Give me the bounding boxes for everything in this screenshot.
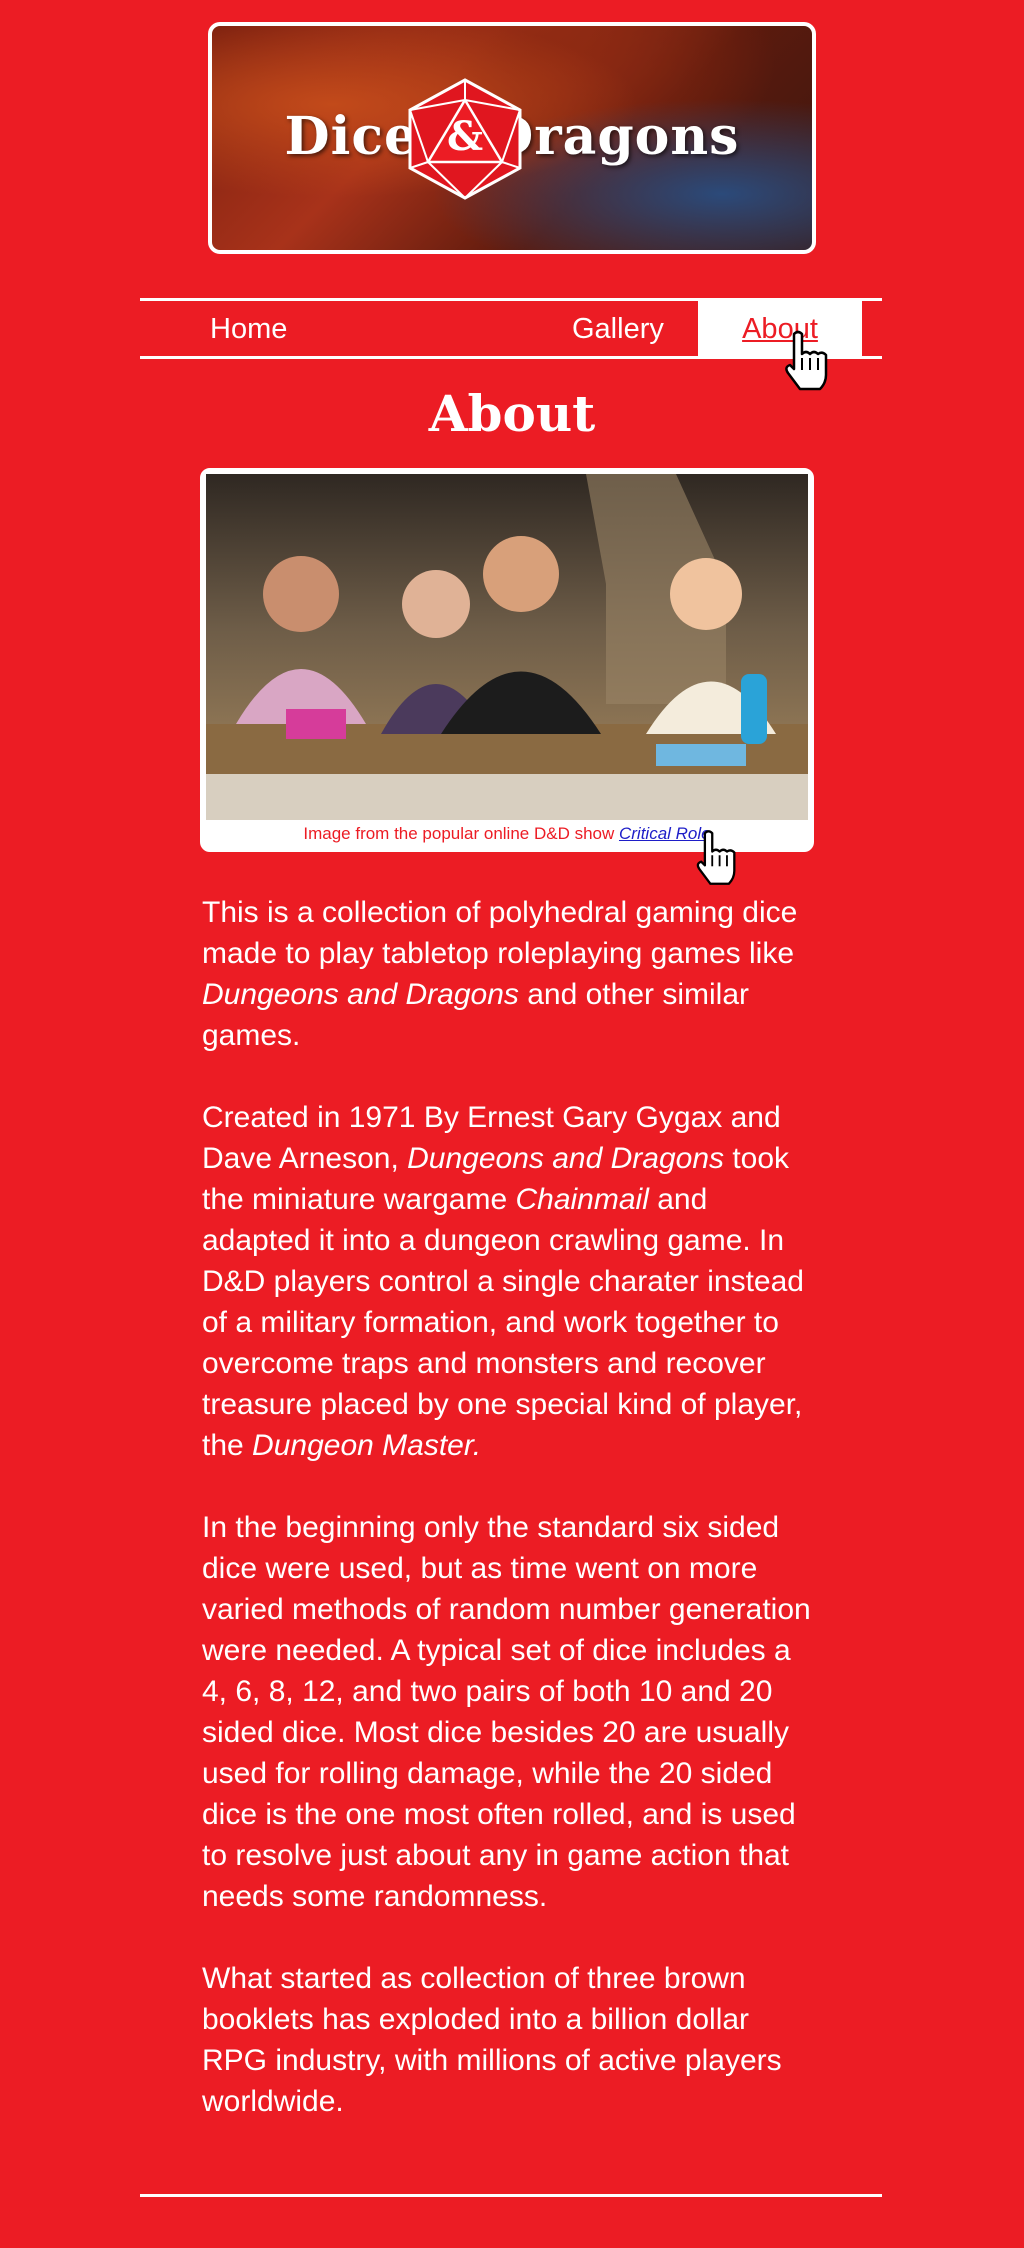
footer-rule (140, 2194, 882, 2197)
site-title-left: Dice (284, 106, 419, 167)
d20-dice-icon: & (408, 78, 522, 200)
nav-gallery-link[interactable]: Gallery (572, 302, 664, 356)
logo-ampersand: & (447, 113, 483, 160)
paragraph-dice: In the beginning only the standard six s… (202, 1511, 811, 1913)
page-title: About (428, 384, 596, 443)
hand-cursor-icon (785, 330, 828, 391)
paragraph-history: Created in 1971 By Ernest Gary Gygax and… (202, 1101, 804, 1462)
caption-text: Image from the popular online D&D show (303, 824, 619, 843)
site-banner: Dice Dragons & (208, 22, 816, 254)
critical-role-photo (206, 474, 808, 820)
paragraph-intro: This is a collection of polyhedral gamin… (202, 896, 798, 1052)
hand-cursor-icon-2 (696, 830, 736, 885)
photo-card: Image from the popular online D&D show C… (200, 468, 814, 852)
about-content: This is a collection of polyhedral gamin… (202, 892, 822, 2163)
paragraph-industry: What started as collection of three brow… (202, 1962, 782, 2118)
site-title-right: Dragons (488, 106, 740, 167)
nav-home-link[interactable]: Home (210, 302, 287, 356)
